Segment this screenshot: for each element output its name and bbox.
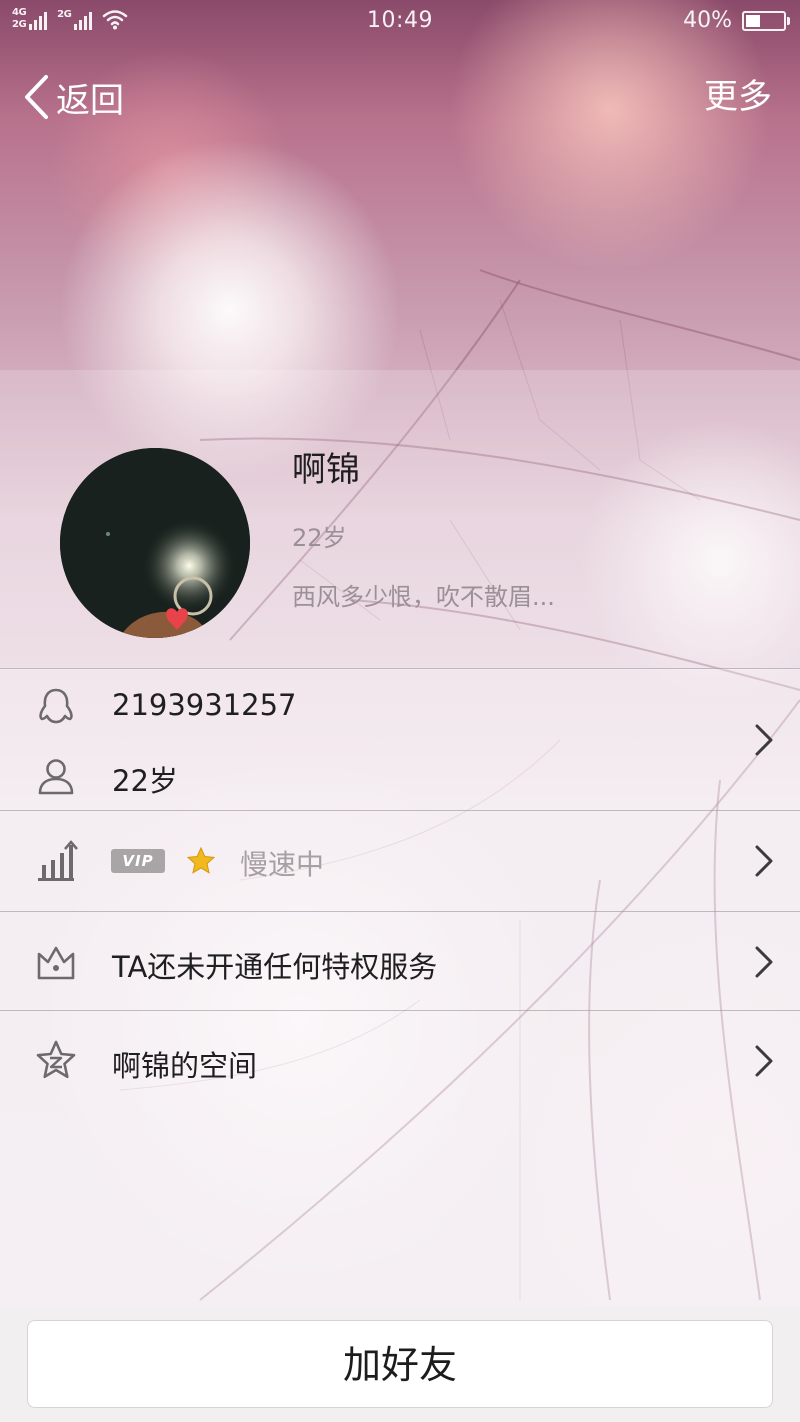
- privilege-text: TA还未开通任何特权服务: [112, 950, 438, 984]
- chevron-left-icon: [25, 75, 48, 119]
- chevron-right-icon: [755, 845, 773, 877]
- back-label: 返回: [56, 80, 124, 121]
- star-z-icon: [36, 1040, 76, 1079]
- star-icon: [186, 846, 216, 874]
- person-icon: [38, 759, 74, 795]
- privilege-row[interactable]: TA还未开通任何特权服务: [0, 912, 800, 1010]
- clock: 10:49: [367, 8, 433, 33]
- back-button[interactable]: 返回: [22, 72, 124, 122]
- avatar[interactable]: [60, 448, 250, 638]
- battery-percent: 40%: [683, 8, 732, 33]
- vip-badge: VIP: [111, 849, 165, 873]
- chevron-right-icon: [755, 1045, 773, 1077]
- profile-signature: 西风多少恨，吹不散眉...: [292, 583, 555, 611]
- more-button[interactable]: 更多: [704, 72, 772, 122]
- profile-name: 啊锦: [292, 450, 360, 490]
- qzone-row[interactable]: 啊锦的空间: [0, 1011, 800, 1111]
- qzone-text: 啊锦的空间: [112, 1049, 258, 1083]
- vip-status: 慢速中: [240, 848, 325, 881]
- add-friend-button[interactable]: 加好友: [27, 1320, 773, 1408]
- account-info-row[interactable]: 2193931257 22岁: [0, 670, 800, 810]
- crown-icon: [37, 946, 75, 980]
- battery-icon: [742, 11, 790, 31]
- chevron-right-icon: [755, 724, 773, 756]
- growth-chart-icon: [38, 840, 78, 881]
- qq-number: 2193931257: [112, 688, 297, 722]
- avatar-image: [60, 448, 250, 638]
- age-value: 22岁: [112, 764, 178, 798]
- battery-level: [746, 15, 761, 27]
- penguin-icon: [39, 688, 73, 724]
- divider: [0, 668, 800, 669]
- profile-age: 22岁: [292, 524, 347, 552]
- chevron-right-icon: [755, 946, 773, 978]
- status-bar: 4G 2G 2G 10:49 40%: [0, 0, 800, 42]
